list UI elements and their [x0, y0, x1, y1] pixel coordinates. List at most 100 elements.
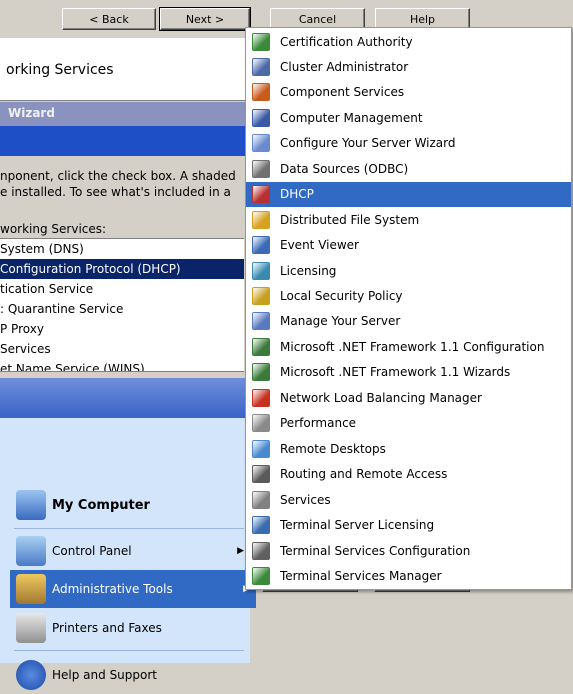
- admin-tools-icon: [16, 574, 46, 604]
- start-menu: My Computer Control Panel ▶ Administrati…: [0, 378, 256, 690]
- menu-item-label: Microsoft .NET Framework 1.1 Wizards: [280, 365, 511, 380]
- menu-item[interactable]: Certification Authority: [246, 29, 571, 54]
- menu-item-label: Routing and Remote Access: [280, 467, 448, 482]
- menu-item[interactable]: DHCP: [246, 181, 571, 207]
- printer-icon: [16, 613, 46, 643]
- ts-manager-icon: [252, 566, 270, 585]
- menu-item[interactable]: Manage Your Server: [246, 309, 571, 334]
- back-button[interactable]: < Back: [62, 8, 156, 30]
- licensing-icon: [252, 261, 270, 280]
- help-icon: [16, 660, 46, 690]
- menu-item-label: Cluster Administrator: [280, 59, 409, 74]
- menu-item[interactable]: Terminal Services Manager: [246, 563, 571, 588]
- menu-item[interactable]: Computer Management: [246, 105, 571, 130]
- ts-config-icon: [252, 541, 270, 560]
- description-line: e installed. To see what's included in a: [0, 185, 231, 199]
- menu-item[interactable]: Component Services: [246, 80, 571, 105]
- menu-label: Control Panel: [52, 544, 132, 558]
- menu-item[interactable]: Microsoft .NET Framework 1.1 Configurati…: [246, 334, 571, 359]
- menu-item[interactable]: Distributed File System: [246, 207, 571, 232]
- performance-icon: [252, 414, 270, 433]
- menu-item-label: Terminal Services Configuration: [280, 543, 471, 558]
- event-viewer-icon: [252, 236, 270, 255]
- wizard-header: Wizard: [0, 102, 245, 156]
- menu-item-label: Terminal Server Licensing: [280, 518, 435, 533]
- menu-item[interactable]: Routing and Remote Access: [246, 462, 571, 487]
- menu-item[interactable]: Local Security Policy: [246, 284, 571, 309]
- ts-licensing-icon: [252, 516, 270, 535]
- menu-item[interactable]: Cluster Administrator: [246, 54, 571, 79]
- menu-item-label: Computer Management: [280, 110, 423, 125]
- description-line: nponent, click the check box. A shaded: [0, 169, 236, 183]
- menu-item[interactable]: Configure Your Server Wizard: [246, 131, 571, 156]
- start-menu-header: [0, 378, 250, 418]
- menu-item[interactable]: Terminal Server Licensing: [246, 513, 571, 538]
- divider: [14, 650, 244, 651]
- menu-item-label: Licensing: [280, 263, 337, 278]
- remote-desktop-icon: [252, 439, 270, 458]
- wizard-title: orking Services: [6, 62, 114, 78]
- services-list[interactable]: System (DNS) Configuration Protocol (DHC…: [0, 238, 244, 372]
- menu-item-label: Microsoft .NET Framework 1.1 Configurati…: [280, 339, 545, 354]
- menu-item[interactable]: Licensing: [246, 258, 571, 283]
- wizard-header-bar: Wizard: [0, 102, 245, 126]
- start-menu-body: My Computer Control Panel ▶ Administrati…: [0, 418, 256, 690]
- menu-item-label: Services: [280, 492, 331, 507]
- wizard-description: nponent, click the check box. A shaded e…: [0, 168, 245, 200]
- menu-item-label: Remote Desktops: [280, 441, 386, 456]
- administrative-tools-menu: Certification Authority Cluster Administr…: [245, 27, 572, 590]
- list-item[interactable]: Configuration Protocol (DHCP): [0, 259, 244, 279]
- list-item[interactable]: et Name Service (WINS): [0, 359, 244, 371]
- wizard-icon: [252, 134, 270, 153]
- dfs-icon: [252, 210, 270, 229]
- wizard-title-panel: orking Services: [0, 38, 245, 100]
- administrative-tools-item[interactable]: Administrative Tools ▶: [10, 570, 256, 608]
- menu-item[interactable]: Services: [246, 487, 571, 512]
- menu-item-label: Local Security Policy: [280, 289, 403, 303]
- list-item[interactable]: System (DNS): [0, 239, 244, 259]
- wizard-header-label: Wizard: [8, 106, 55, 120]
- menu-item-label: Performance: [280, 416, 357, 431]
- menu-item[interactable]: Network Load Balancing Manager: [246, 385, 571, 410]
- dotnet-config-icon: [252, 337, 270, 356]
- services-icon: [252, 490, 270, 509]
- security-policy-icon: [252, 287, 270, 305]
- help-support-item[interactable]: Help and Support: [16, 656, 250, 694]
- list-item[interactable]: : Quarantine Service: [0, 299, 244, 319]
- wizard-header-band: [0, 126, 245, 156]
- component-icon: [252, 83, 270, 102]
- database-icon: [252, 159, 270, 178]
- computer-icon: [16, 490, 46, 520]
- routing-icon: [252, 465, 270, 484]
- menu-item[interactable]: Remote Desktops: [246, 436, 571, 461]
- control-panel-item[interactable]: Control Panel ▶: [16, 532, 250, 570]
- chevron-right-icon: ▶: [237, 546, 244, 556]
- certificate-icon: [252, 32, 270, 51]
- next-button[interactable]: Next >: [159, 7, 251, 31]
- menu-item-label: Terminal Services Manager: [280, 568, 442, 583]
- printers-faxes-item[interactable]: Printers and Faxes: [16, 609, 250, 647]
- menu-item-label: Network Load Balancing Manager: [280, 390, 482, 405]
- divider: [14, 528, 244, 529]
- list-item[interactable]: Services: [0, 339, 244, 359]
- menu-label: Help and Support: [52, 668, 157, 682]
- menu-label: My Computer: [52, 497, 150, 513]
- menu-item[interactable]: Event Viewer: [246, 233, 571, 258]
- my-computer-item[interactable]: My Computer: [16, 486, 250, 524]
- dotnet-wizard-icon: [252, 363, 270, 382]
- menu-item-label: Event Viewer: [280, 238, 359, 253]
- menu-item-label: Manage Your Server: [280, 314, 401, 329]
- menu-item[interactable]: Performance: [246, 411, 571, 436]
- cluster-icon: [252, 57, 270, 76]
- menu-label: Printers and Faxes: [52, 621, 162, 635]
- computer-management-icon: [252, 108, 270, 127]
- nlb-icon: [252, 388, 270, 407]
- list-item[interactable]: tication Service: [0, 279, 244, 299]
- menu-item-label: DHCP: [280, 187, 314, 202]
- menu-item[interactable]: Data Sources (ODBC): [246, 156, 571, 181]
- menu-item-label: Certification Authority: [280, 34, 413, 49]
- list-item[interactable]: P Proxy: [0, 319, 244, 339]
- menu-item[interactable]: Microsoft .NET Framework 1.1 Wizards: [246, 360, 571, 385]
- menu-label: Administrative Tools: [52, 582, 173, 596]
- menu-item[interactable]: Terminal Services Configuration: [246, 538, 571, 563]
